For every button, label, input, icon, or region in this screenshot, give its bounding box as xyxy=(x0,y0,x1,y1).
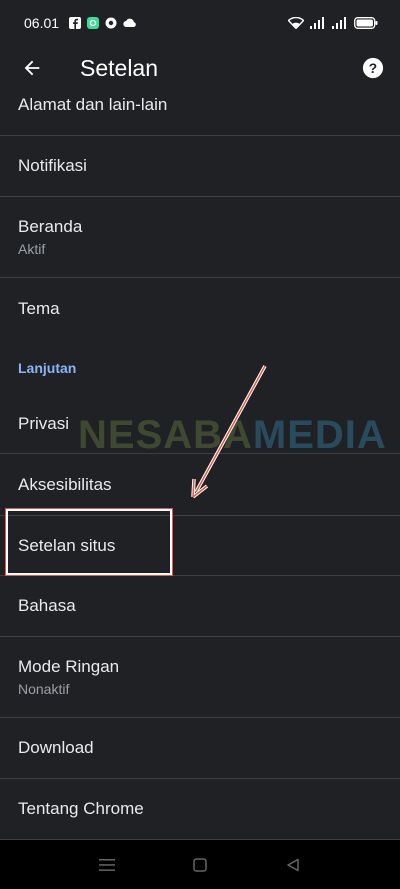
facebook-icon xyxy=(69,17,82,29)
setting-title: Notifikasi xyxy=(18,156,87,175)
menu-icon xyxy=(98,858,115,871)
page-title: Setelan xyxy=(80,54,159,81)
setting-lite-mode[interactable]: Mode Ringan Nonaktif xyxy=(0,637,400,718)
setting-title: Mode Ringan xyxy=(18,657,120,676)
setting-title: Tentang Chrome xyxy=(18,799,144,818)
setting-notifications[interactable]: Notifikasi xyxy=(0,136,400,197)
signal-icon xyxy=(332,17,346,29)
setting-title: Setelan situs xyxy=(18,535,116,555)
setting-language[interactable]: Bahasa xyxy=(0,576,400,637)
back-triangle-icon xyxy=(287,858,300,871)
setting-title: Aksesibilitas xyxy=(18,474,112,494)
setting-accessibility[interactable]: Aksesibilitas xyxy=(0,454,400,516)
setting-title: Beranda xyxy=(18,217,83,236)
back-nav-button[interactable] xyxy=(273,845,313,885)
section-header-advanced: Lanjutan xyxy=(18,360,77,376)
setting-site-settings[interactable]: Setelan situs xyxy=(0,516,400,576)
home-button[interactable] xyxy=(180,845,220,885)
back-button[interactable] xyxy=(12,48,52,88)
setting-about-chrome[interactable]: Tentang Chrome xyxy=(0,779,400,840)
setting-theme[interactable]: Tema xyxy=(0,278,400,339)
arrow-back-icon xyxy=(24,60,40,76)
help-button[interactable]: ? xyxy=(360,55,386,81)
menu-button[interactable] xyxy=(87,845,127,885)
setting-downloads[interactable]: Download xyxy=(0,718,400,779)
toolbar: Setelan ? xyxy=(0,46,400,90)
setting-title: Alamat dan lain-lain xyxy=(18,95,168,114)
setting-title: Bahasa xyxy=(18,596,76,615)
setting-summary: Nonaktif xyxy=(18,681,70,697)
cloud-icon xyxy=(123,18,136,28)
help-icon: ? xyxy=(362,57,384,79)
home-icon xyxy=(193,857,207,872)
setting-title: Privasi xyxy=(18,414,70,433)
setting-homepage[interactable]: Beranda Aktif xyxy=(0,197,400,278)
chrome-icon xyxy=(105,17,117,29)
status-left-icons xyxy=(69,17,137,29)
setting-title: Download xyxy=(18,738,94,757)
app-icon xyxy=(87,17,100,29)
battery-icon xyxy=(354,17,378,29)
wifi-icon xyxy=(288,17,304,29)
svg-text:?: ? xyxy=(369,61,377,76)
setting-addresses[interactable]: Alamat dan lain-lain xyxy=(0,90,400,136)
status-time: 06.01 xyxy=(24,15,60,31)
setting-summary: Aktif xyxy=(18,241,46,257)
navigation-bar xyxy=(0,840,400,889)
setting-privacy[interactable]: Privasi xyxy=(0,395,400,454)
signal-icon xyxy=(310,17,324,29)
status-right-icons xyxy=(288,17,378,29)
status-bar: 06.01 xyxy=(0,0,400,46)
setting-title: Tema xyxy=(18,298,60,318)
